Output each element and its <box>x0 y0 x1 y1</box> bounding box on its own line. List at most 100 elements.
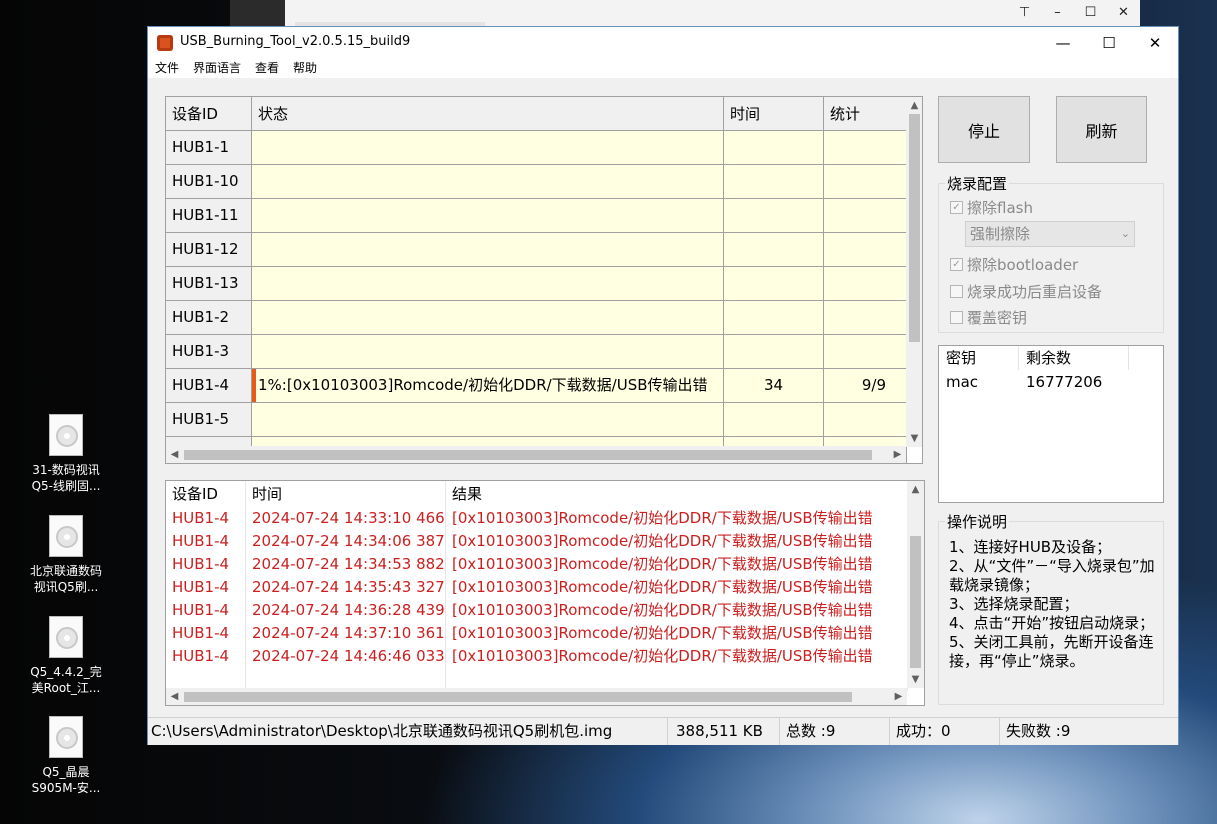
table-row[interactable]: HUB1-4 1%:[0x10103003]Romcode/初始化DDR/下载数据… <box>166 369 907 403</box>
column-header-time[interactable]: 时间 <box>724 97 824 130</box>
status-cell <box>252 233 724 266</box>
stop-button[interactable]: 停止 <box>938 96 1030 163</box>
log-row[interactable]: HUB1-4 2024-07-24 14:34:53 882 [0x10103003… <box>166 553 908 576</box>
time-cell <box>724 131 824 164</box>
column-header-count[interactable]: 统计 <box>824 97 907 130</box>
device-id-cell: HUB1-2 <box>166 301 252 334</box>
device-grid-hscrollbar[interactable]: ◀ ▶ <box>166 446 906 463</box>
log-row[interactable]: HUB1-4 2024-07-24 14:36:28 439 [0x10103003… <box>166 599 908 622</box>
column-header-result[interactable]: 结果 <box>446 481 908 507</box>
column-header-status[interactable]: 状态 <box>252 97 724 130</box>
erase-flash-checkbox[interactable]: ✓ 擦除flash <box>950 197 1033 218</box>
log-row[interactable]: HUB1-4 2024-07-24 14:33:10 466 [0x10103003… <box>166 507 908 530</box>
key-table-header: 密钥 剩余数 <box>939 346 1163 370</box>
title-bar[interactable]: USB_Burning_Tool_v2.0.5.15_build9 — ☐ ✕ <box>148 27 1178 58</box>
log-time: 2024-07-24 14:37:10 361 <box>246 622 446 645</box>
status-cell: 1%:[0x10103003]Romcode/初始化DDR/下载数据/USB传输… <box>252 369 724 402</box>
column-header-key[interactable]: 密钥 <box>939 346 1019 370</box>
scroll-down-icon[interactable]: ▼ <box>907 671 924 688</box>
pin-icon[interactable]: ⊤ <box>1008 0 1041 24</box>
log-time: 2024-07-24 14:46:46 033 <box>246 645 446 668</box>
erase-bootloader-checkbox[interactable]: ✓ 擦除bootloader <box>950 254 1078 275</box>
erase-mode-value: 强制擦除 <box>970 225 1031 243</box>
desktop-icon[interactable]: Q5_4.4.2_完 美Root_江... <box>20 616 112 696</box>
table-row[interactable]: HUB1-13 <box>166 267 907 301</box>
erase-mode-select[interactable]: 强制擦除 ⌄ <box>965 221 1135 247</box>
checkbox-checked-icon: ✓ <box>950 201 963 214</box>
log-time: 2024-07-24 14:34:06 387 <box>246 530 446 553</box>
table-row[interactable]: HUB1-11 <box>166 199 907 233</box>
minimize-icon[interactable]: – <box>1041 0 1074 24</box>
table-row[interactable]: HUB1-12 <box>166 233 907 267</box>
device-grid[interactable]: 设备ID 状态 时间 统计 HUB1-1 HUB1-10 HUB1-11 HUB… <box>165 96 923 464</box>
scrollbar-thumb[interactable] <box>910 536 921 668</box>
table-row[interactable]: HUB1-3 <box>166 335 907 369</box>
menu-language[interactable]: 界面语言 <box>186 58 248 78</box>
log-row[interactable]: HUB1-4 2024-07-24 14:34:06 387 [0x10103003… <box>166 530 908 553</box>
table-row[interactable]: HUB1-5 <box>166 403 907 437</box>
log-device-id: HUB1-4 <box>166 645 246 668</box>
desktop-icon[interactable]: 31-数码视讯 Q5-线刷固... <box>20 414 112 494</box>
desktop-icon-label-line1: Q5_4.4.2_完 <box>30 665 102 679</box>
scroll-left-icon[interactable]: ◀ <box>166 446 183 463</box>
table-row[interactable]: HUB1-1 <box>166 131 907 165</box>
close-icon[interactable]: ✕ <box>1107 0 1140 24</box>
scroll-right-icon[interactable]: ▶ <box>889 446 906 463</box>
desktop-icon-label-line2: 美Root_江... <box>31 681 101 695</box>
key-remaining: 16777206 <box>1026 373 1103 391</box>
menu-file[interactable]: 文件 <box>148 58 186 78</box>
column-header-device-id[interactable]: 设备ID <box>166 481 246 507</box>
column-header-time[interactable]: 时间 <box>246 481 446 507</box>
menu-help[interactable]: 帮助 <box>286 58 324 78</box>
log-result: [0x10103003]Romcode/初始化DDR/下载数据/USB传输出错 <box>446 622 908 645</box>
app-icon <box>157 35 173 51</box>
log-device-id: HUB1-4 <box>166 530 246 553</box>
scroll-down-icon[interactable]: ▼ <box>906 430 922 447</box>
log-row[interactable]: HUB1-4 2024-07-24 14:37:10 361 [0x10103003… <box>166 622 908 645</box>
key-table[interactable]: 密钥 剩余数 mac 16777206 <box>938 345 1164 503</box>
scrollbar-thumb[interactable] <box>184 692 852 702</box>
log-result: [0x10103003]Romcode/初始化DDR/下载数据/USB传输出错 <box>446 645 908 668</box>
desktop-icon[interactable]: 北京联通数码 视讯Q5刷... <box>20 515 112 595</box>
status-cell <box>252 301 724 334</box>
close-button[interactable]: ✕ <box>1132 27 1178 58</box>
log-row[interactable]: HUB1-4 2024-07-24 14:35:43 327 [0x10103003… <box>166 576 908 599</box>
scroll-right-icon[interactable]: ▶ <box>890 688 907 705</box>
desktop-icon[interactable]: Q5_晶晨 S905M-安... <box>20 716 112 796</box>
count-cell <box>824 301 907 334</box>
log-grid-vscrollbar[interactable]: ▲ ▼ <box>907 481 924 688</box>
scrollbar-thumb[interactable] <box>184 450 872 460</box>
table-row[interactable]: mac 16777206 <box>939 370 1163 394</box>
table-row[interactable]: HUB1-10 <box>166 165 907 199</box>
scrollbar-thumb[interactable] <box>909 114 920 342</box>
overwrite-key-checkbox[interactable]: 覆盖密钥 <box>950 307 1027 328</box>
log-device-id: HUB1-4 <box>166 599 246 622</box>
log-time: 2024-07-24 14:36:28 439 <box>246 599 446 622</box>
device-grid-vscrollbar[interactable]: ▲ ▼ <box>906 97 922 447</box>
maximize-button[interactable]: ☐ <box>1086 27 1132 58</box>
device-id-cell: HUB1-11 <box>166 199 252 232</box>
log-grid[interactable]: 设备ID 时间 结果 HUB1-4 2024-07-24 14:33:10 466… <box>165 480 925 706</box>
log-grid-hscrollbar[interactable]: ◀ ▶ <box>166 688 907 705</box>
reboot-after-checkbox[interactable]: 烧录成功后重启设备 <box>950 281 1102 302</box>
maximize-icon[interactable]: ☐ <box>1074 0 1107 24</box>
column-header-remaining[interactable]: 剩余数 <box>1019 346 1129 370</box>
time-cell <box>724 233 824 266</box>
column-header-device-id[interactable]: 设备ID <box>166 97 252 130</box>
scroll-left-icon[interactable]: ◀ <box>166 688 183 705</box>
table-row[interactable]: HUB1-2 <box>166 301 907 335</box>
scroll-up-icon[interactable]: ▲ <box>906 97 922 114</box>
refresh-button[interactable]: 刷新 <box>1056 96 1147 163</box>
window-title: USB_Burning_Tool_v2.0.5.15_build9 <box>180 34 411 49</box>
log-time: 2024-07-24 14:34:53 882 <box>246 553 446 576</box>
scroll-up-icon[interactable]: ▲ <box>907 481 924 498</box>
key-name: mac <box>946 373 979 391</box>
minimize-button[interactable]: — <box>1040 27 1086 58</box>
instructions-text: 1、连接好HUB及设备； 2、从“文件”－“导入烧录包”加载烧录镜像； 3、选择… <box>949 538 1155 670</box>
log-row[interactable]: HUB1-4 2024-07-24 14:46:46 033 [0x10103003… <box>166 645 908 668</box>
time-cell <box>724 403 824 436</box>
disc-image-icon <box>49 414 83 456</box>
log-result: [0x10103003]Romcode/初始化DDR/下载数据/USB传输出错 <box>446 576 908 599</box>
log-result: [0x10103003]Romcode/初始化DDR/下载数据/USB传输出错 <box>446 530 908 553</box>
menu-view[interactable]: 查看 <box>248 58 286 78</box>
